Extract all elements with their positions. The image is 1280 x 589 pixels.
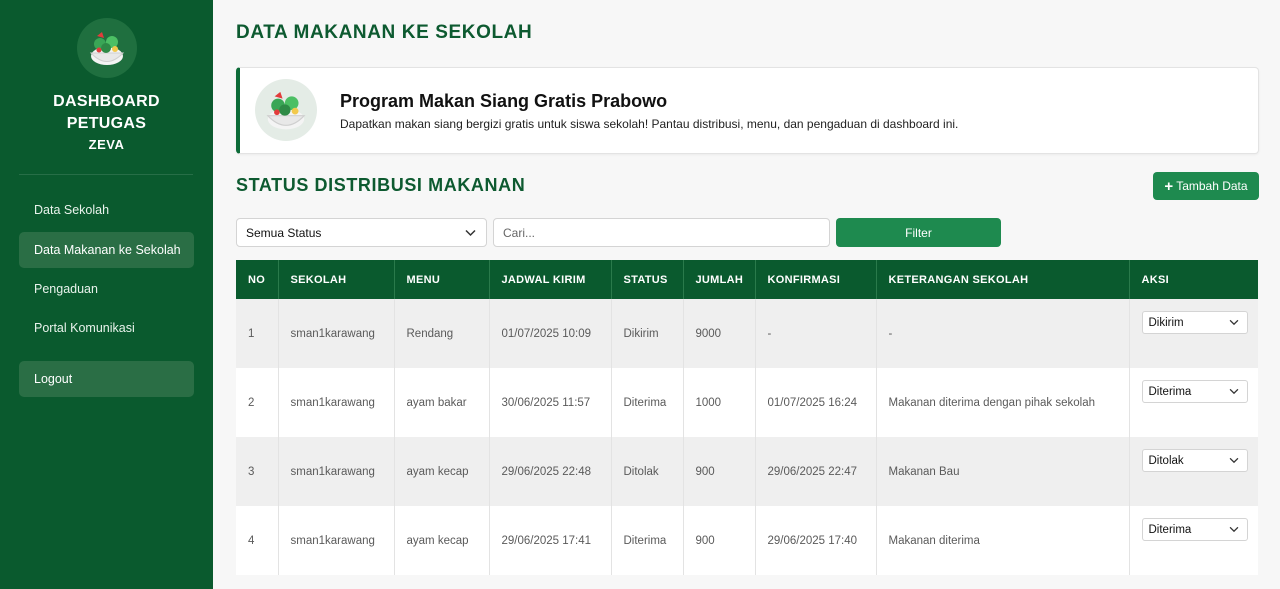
sidebar-item-data-sekolah[interactable]: Data Sekolah <box>19 192 194 228</box>
cell-menu: ayam bakar <box>394 368 490 437</box>
salad-bowl-icon <box>255 79 317 141</box>
status-action-select[interactable]: Dikirim <box>1141 311 1248 334</box>
cell-konfirmasi: - <box>755 299 877 368</box>
logout-button[interactable]: Logout <box>19 361 194 397</box>
cell-menu: ayam kecap <box>394 506 490 575</box>
brand-title: DASHBOARD PETUGAS <box>0 91 213 135</box>
cell-menu: Rendang <box>394 299 490 368</box>
header-menu: MENU <box>394 260 490 299</box>
status-filter-select[interactable]: Semua Status <box>236 218 487 247</box>
cell-keterangan: - <box>876 299 1130 368</box>
sidebar: DASHBOARD PETUGAS ZEVA Data Sekolah Data… <box>0 0 213 589</box>
status-filter-value: Semua Status <box>246 225 322 240</box>
cell-no: 1 <box>236 299 279 368</box>
cell-jumlah: 900 <box>683 437 756 506</box>
cell-aksi: Diterima <box>1129 368 1258 437</box>
cell-jumlah: 1000 <box>683 368 756 437</box>
sidebar-item-data-makanan[interactable]: Data Makanan ke Sekolah <box>19 232 194 268</box>
status-action-value: Ditolak <box>1148 454 1184 467</box>
table-row: 4 sman1karawang ayam kecap 29/06/2025 17… <box>236 506 1258 575</box>
cell-keterangan: Makanan Bau <box>876 437 1130 506</box>
cell-status: Ditolak <box>611 437 684 506</box>
cell-jumlah: 900 <box>683 506 756 575</box>
brand-title-line1: DASHBOARD <box>53 93 160 110</box>
search-placeholder: Cari... <box>503 225 536 240</box>
header-jadwal-kirim: JADWAL KIRIM <box>489 260 612 299</box>
status-action-select[interactable]: Ditolak <box>1141 449 1248 472</box>
cell-keterangan: Makanan diterima dengan pihak sekolah <box>876 368 1130 437</box>
cell-jadwal: 29/06/2025 22:48 <box>489 437 612 506</box>
section-title: STATUS DISTRIBUSI MAKANAN <box>236 175 526 195</box>
header-no: NO <box>236 260 279 299</box>
sidebar-item-portal-komunikasi[interactable]: Portal Komunikasi <box>19 310 194 346</box>
program-banner: Program Makan Siang Gratis Prabowo Dapat… <box>236 67 1259 154</box>
cell-sekolah: sman1karawang <box>278 299 395 368</box>
cell-keterangan: Makanan diterima <box>876 506 1130 575</box>
brand-username: ZEVA <box>88 137 125 152</box>
cell-no: 4 <box>236 506 279 575</box>
header-keterangan: KETERANGAN SEKOLAH <box>876 260 1130 299</box>
add-data-button[interactable]: + Tambah Data <box>1153 172 1259 200</box>
cell-konfirmasi: 29/06/2025 22:47 <box>755 437 877 506</box>
cell-konfirmasi: 29/06/2025 17:40 <box>755 506 877 575</box>
cell-jadwal: 01/07/2025 10:09 <box>489 299 612 368</box>
cell-jadwal: 30/06/2025 11:57 <box>489 368 612 437</box>
table-header-row: NO SEKOLAH MENU JADWAL KIRIM STATUS JUML… <box>236 260 1258 299</box>
cell-sekolah: sman1karawang <box>278 506 395 575</box>
cell-aksi: Diterima <box>1129 506 1258 575</box>
cell-no: 3 <box>236 437 279 506</box>
page-title: DATA MAKANAN KE SEKOLAH <box>236 22 533 43</box>
cell-konfirmasi: 01/07/2025 16:24 <box>755 368 877 437</box>
chevron-down-icon <box>465 229 476 237</box>
chevron-down-icon <box>1229 526 1238 533</box>
cell-sekolah: sman1karawang <box>278 437 395 506</box>
chevron-down-icon <box>1229 388 1238 395</box>
status-action-value: Diterima <box>1148 385 1192 398</box>
header-sekolah: SEKOLAH <box>278 260 395 299</box>
add-data-label: Tambah Data <box>1176 179 1248 193</box>
filter-button[interactable]: Filter <box>836 218 1001 247</box>
cell-aksi: Dikirim <box>1129 299 1258 368</box>
table-row: 2 sman1karawang ayam bakar 30/06/2025 11… <box>236 368 1258 437</box>
cell-menu: ayam kecap <box>394 437 490 506</box>
cell-jumlah: 9000 <box>683 299 756 368</box>
plus-icon: + <box>1164 177 1174 195</box>
header-konfirmasi: KONFIRMASI <box>755 260 877 299</box>
status-action-value: Diterima <box>1148 523 1192 536</box>
status-action-select[interactable]: Diterima <box>1141 380 1248 403</box>
sidebar-item-pengaduan[interactable]: Pengaduan <box>19 271 194 307</box>
cell-sekolah: sman1karawang <box>278 368 395 437</box>
cell-status: Dikirim <box>611 299 684 368</box>
cell-status: Diterima <box>611 506 684 575</box>
sidebar-divider <box>19 174 193 175</box>
table-row: 1 sman1karawang Rendang 01/07/2025 10:09… <box>236 299 1258 368</box>
status-action-value: Dikirim <box>1148 316 1184 329</box>
header-jumlah: JUMLAH <box>683 260 756 299</box>
salad-bowl-logo-icon <box>77 18 137 78</box>
header-aksi: AKSI <box>1129 260 1258 299</box>
table-row: 3 sman1karawang ayam kecap 29/06/2025 22… <box>236 437 1258 506</box>
search-input[interactable]: Cari... <box>493 218 830 247</box>
cell-status: Diterima <box>611 368 684 437</box>
banner-title: Program Makan Siang Gratis Prabowo <box>340 91 668 111</box>
status-action-select[interactable]: Diterima <box>1141 518 1248 541</box>
header-status: STATUS <box>611 260 684 299</box>
banner-description: Dapatkan makan siang bergizi gratis untu… <box>340 117 959 131</box>
brand-title-line2: PETUGAS <box>66 115 147 132</box>
chevron-down-icon <box>1229 319 1238 326</box>
distribution-table: NO SEKOLAH MENU JADWAL KIRIM STATUS JUML… <box>236 260 1258 575</box>
chevron-down-icon <box>1229 457 1238 464</box>
cell-aksi: Ditolak <box>1129 437 1258 506</box>
cell-no: 2 <box>236 368 279 437</box>
cell-jadwal: 29/06/2025 17:41 <box>489 506 612 575</box>
